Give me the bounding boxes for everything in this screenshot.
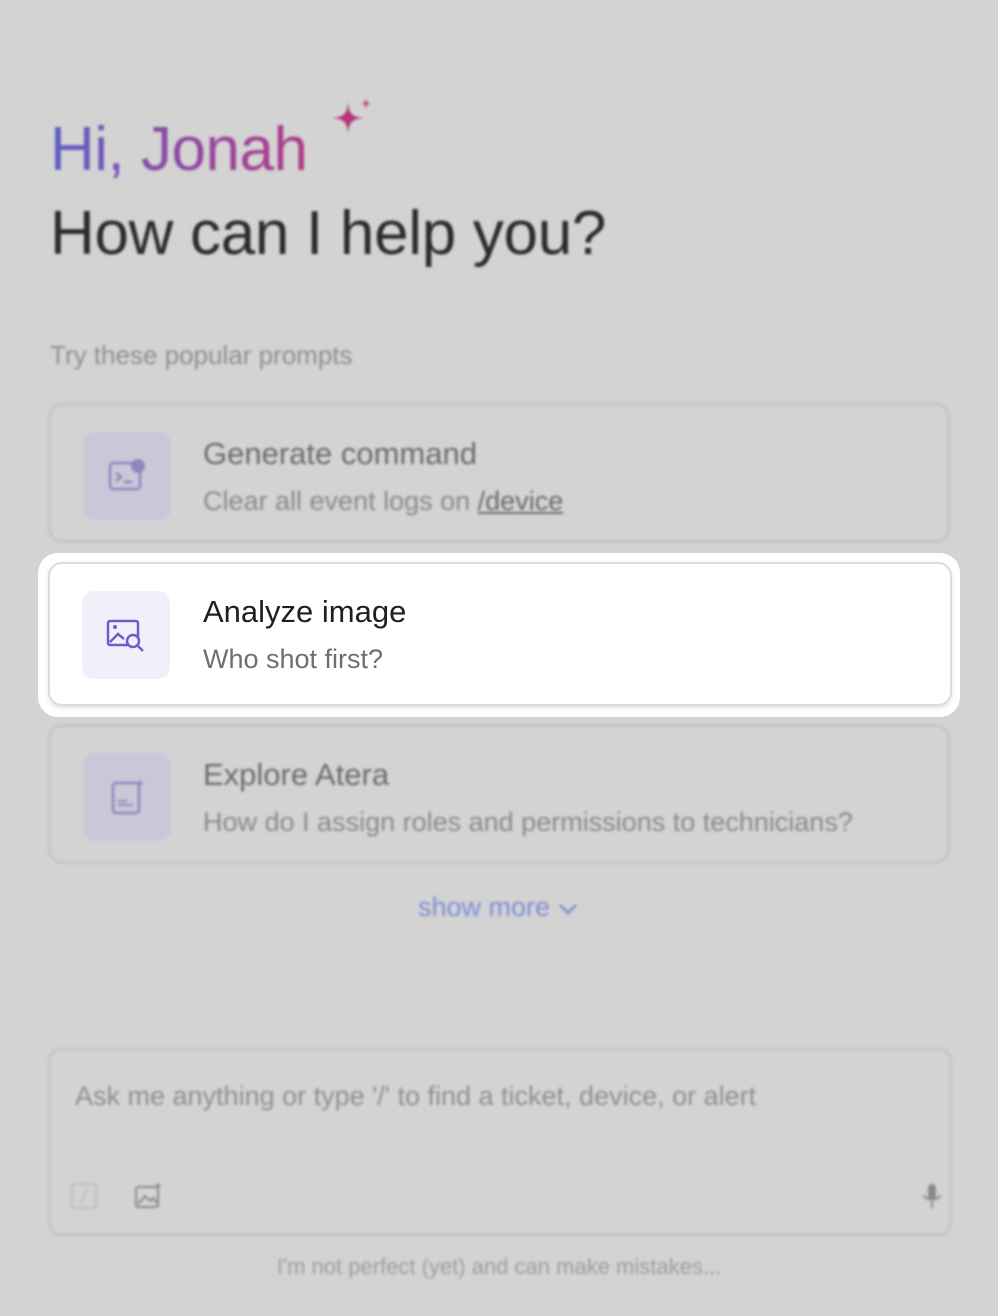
prompt-card-explore-atera[interactable]: Explore Atera How do I assign roles and … — [48, 724, 950, 864]
prompt-subtitle: How do I assign roles and permissions to… — [203, 807, 853, 837]
image-search-icon — [82, 591, 170, 679]
page-headline: How can I help you? — [50, 199, 607, 268]
prompt-title: Analyze image — [203, 594, 407, 629]
document-sparkle-icon — [83, 753, 171, 841]
microphone-icon[interactable] — [917, 1181, 947, 1211]
disclaimer-note: I'm not perfect (yet) and can make mista… — [276, 1254, 722, 1279]
prompt-title: Generate command — [203, 436, 477, 471]
prompt-card-generate-command[interactable]: Generate command Clear all event logs on… — [48, 403, 950, 543]
chat-input-placeholder[interactable]: Ask me anything or type '/' to find a ti… — [75, 1081, 756, 1112]
greeting-title: Hi, Jonah — [50, 112, 308, 188]
image-upload-icon[interactable] — [133, 1181, 163, 1211]
device-link[interactable]: /device — [478, 486, 564, 516]
show-more-link[interactable]: show more — [0, 892, 998, 923]
prompt-subtitle: Who shot first? — [203, 644, 384, 674]
slash-command-icon[interactable] — [69, 1181, 99, 1211]
sparkle-icon — [332, 98, 371, 134]
chat-input-box[interactable]: Ask me anything or type '/' to find a ti… — [48, 1048, 952, 1236]
terminal-icon — [83, 432, 171, 520]
assistant-page: Hi, Jonah How can I help you? Try these … — [0, 0, 998, 1316]
chevron-down-icon — [559, 903, 577, 915]
prompt-subtitle: Clear all event logs on /device — [203, 486, 564, 516]
show-more-label: show more — [417, 892, 551, 922]
prompts-section-label: Try these popular prompts — [50, 340, 353, 370]
prompt-card-analyze-image[interactable]: Analyze image Who shot first? — [48, 562, 952, 706]
prompt-title: Explore Atera — [203, 757, 390, 792]
